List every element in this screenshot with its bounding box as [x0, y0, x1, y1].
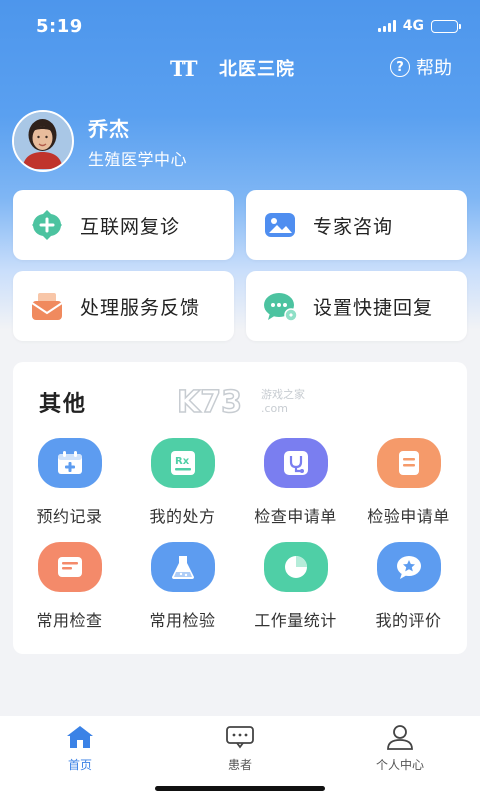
grid-label: 工作量统计: [254, 611, 337, 630]
my-prescriptions[interactable]: Rx 我的处方: [126, 438, 239, 527]
expert-consult-card[interactable]: 专家咨询: [246, 190, 467, 260]
avatar: [12, 110, 74, 172]
profile-info: 乔杰 生殖医学中心: [88, 113, 187, 170]
service-feedback-card[interactable]: 处理服务反馈: [13, 271, 234, 341]
tab-patients[interactable]: 患者: [200, 724, 280, 773]
card-label: 互联网复诊: [80, 215, 181, 238]
svg-text:.com: .com: [261, 402, 288, 415]
common-exams[interactable]: 常用检查: [13, 542, 126, 631]
flask-icon: [150, 542, 215, 592]
plus-circle-icon: [32, 210, 62, 240]
svg-text:K73: K73: [177, 385, 242, 418]
stethoscope-icon: [263, 438, 328, 488]
status-bar: 5:19 4G: [0, 0, 480, 52]
home-icon: [40, 724, 120, 750]
grid-label: 我的评价: [375, 611, 442, 630]
workload-statistics[interactable]: 工作量统计: [239, 542, 352, 631]
card-label: 设置快捷回复: [313, 296, 434, 319]
my-reviews[interactable]: 我的评价: [352, 542, 465, 631]
battery-icon: [431, 19, 461, 33]
other-section: 其他 K73 游戏之家 .com 预约记录 Rx 我的处方 检查申请单 检验申请…: [13, 362, 467, 654]
online-followup-card[interactable]: 互联网复诊: [13, 190, 234, 260]
patient-chat-icon: [200, 724, 280, 750]
common-lab-tests[interactable]: 常用检验: [126, 542, 239, 631]
department: 生殖医学中心: [88, 149, 188, 169]
doctor-name: 乔杰: [88, 116, 130, 141]
watermark-logo: K73 游戏之家 .com: [177, 384, 305, 418]
home-indicator: [155, 786, 325, 791]
tab-label: 患者: [227, 758, 252, 772]
tab-label: 个人中心: [375, 758, 424, 772]
tab-label: 首页: [67, 758, 92, 772]
document-icon: [376, 438, 441, 488]
image-chat-icon: [265, 213, 295, 237]
help-label: 帮助: [416, 58, 452, 79]
quick-reply-card[interactable]: 设置快捷回复: [246, 271, 467, 341]
grid-label: 常用检验: [149, 611, 216, 630]
clipboard-icon: [37, 542, 102, 592]
card-label: 专家咨询: [313, 215, 394, 238]
tab-profile[interactable]: 个人中心: [360, 724, 440, 773]
status-indicators: 4G: [377, 18, 461, 34]
grid-label: 检查申请单: [254, 507, 337, 526]
grid-label: 预约记录: [36, 507, 103, 526]
page-title: 北医三院: [219, 59, 295, 80]
doctor-profile[interactable]: 乔杰 生殖医学中心: [12, 110, 187, 172]
chat-bubble-icon: [264, 293, 298, 322]
envelope-icon: [31, 293, 63, 320]
grid-label: 我的处方: [149, 507, 216, 526]
network-type: 4G: [402, 18, 424, 34]
question-icon: ?: [390, 57, 410, 77]
svg-text:游戏之家: 游戏之家: [261, 387, 305, 401]
calendar-plus-icon: [37, 438, 102, 488]
user-icon: [360, 724, 440, 750]
grid-label: 常用检查: [36, 611, 103, 630]
card-label: 处理服务反馈: [80, 296, 201, 319]
grid-label: 检验申请单: [367, 507, 450, 526]
prescription-icon: Rx: [150, 438, 215, 488]
section-title: 其他: [39, 392, 88, 417]
exam-requisition[interactable]: 检查申请单: [239, 438, 352, 527]
font-size-icon[interactable]: TT: [170, 56, 197, 81]
status-time: 5:19: [36, 15, 83, 37]
tab-home[interactable]: 首页: [40, 724, 120, 773]
signal-icon: [377, 20, 396, 32]
pie-chart-icon: [263, 542, 328, 592]
star-bubble-icon: [376, 542, 441, 592]
help-button[interactable]: ? 帮助: [390, 54, 452, 80]
lab-requisition[interactable]: 检验申请单: [352, 438, 465, 527]
appointment-records[interactable]: 预约记录: [13, 438, 126, 527]
app-header: TT 北医三院 ? 帮助: [0, 50, 480, 86]
svg-text:Rx: Rx: [175, 456, 190, 467]
